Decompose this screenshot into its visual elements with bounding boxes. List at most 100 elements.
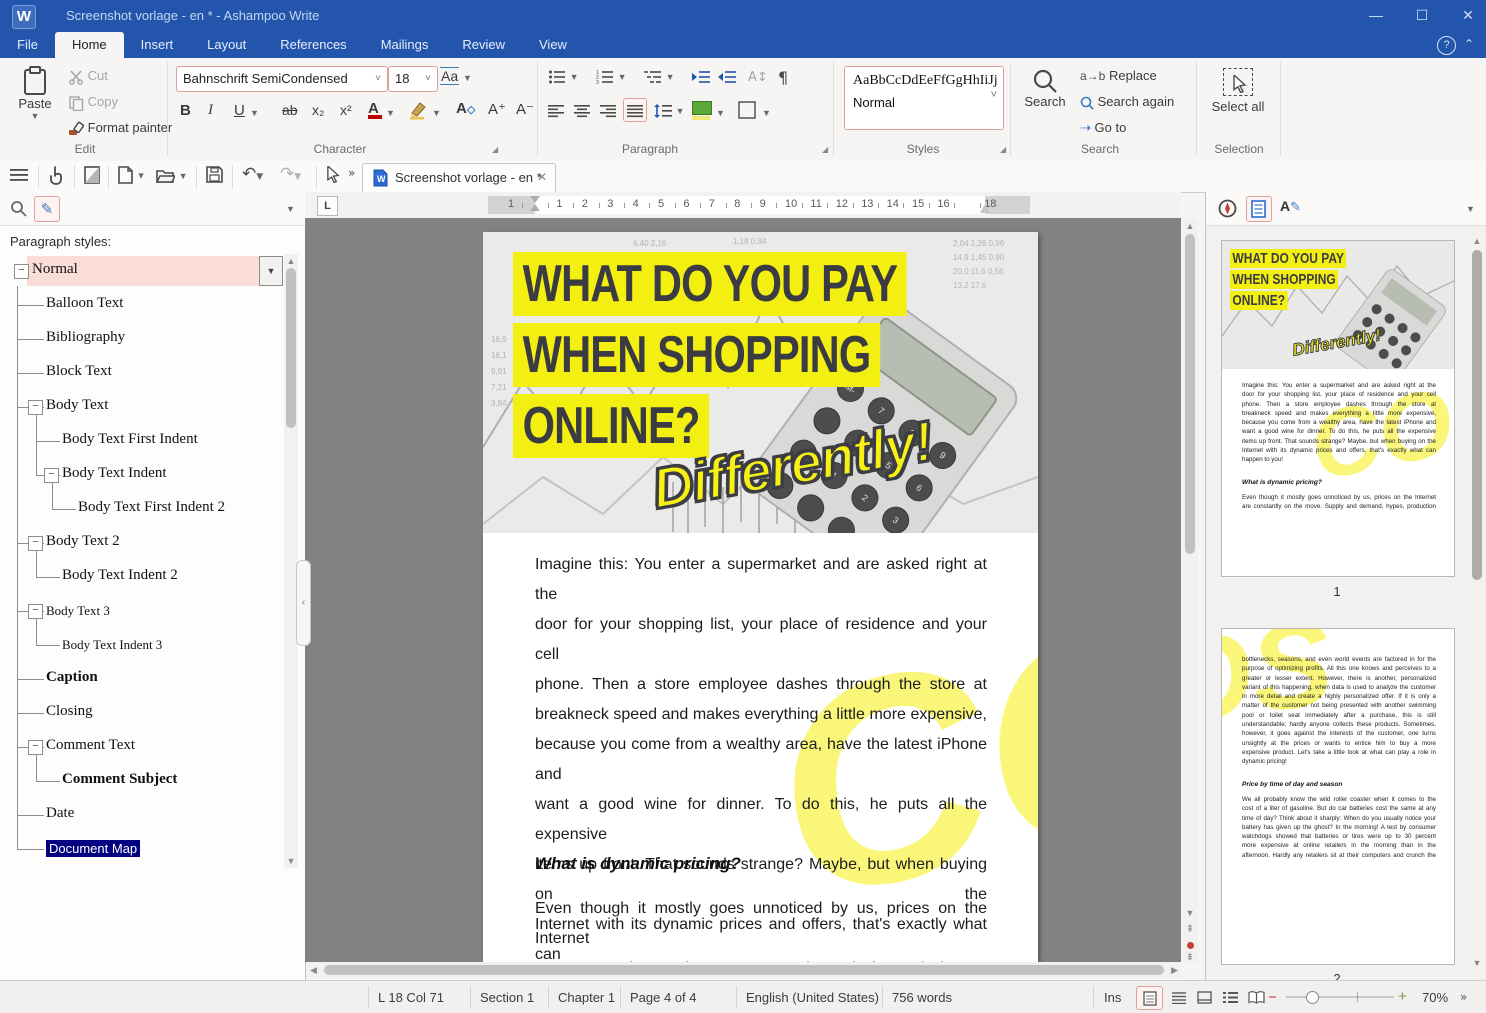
pointer-tool-button[interactable] bbox=[326, 166, 341, 184]
font-name-select[interactable]: Bahnschrift SemiCondensed ˅ bbox=[176, 66, 388, 92]
single-page-view-button[interactable] bbox=[1192, 986, 1217, 1008]
word-count[interactable]: 756 words bbox=[892, 990, 952, 1005]
panel-collapse-handle[interactable]: ‹ bbox=[296, 560, 311, 646]
cut-button[interactable]: Cut bbox=[68, 68, 108, 85]
zoom-slider-thumb[interactable] bbox=[1306, 991, 1319, 1004]
tab-close-icon[interactable]: ✕ bbox=[537, 170, 547, 184]
menu-tab-review[interactable]: Review bbox=[445, 32, 522, 58]
section-heading[interactable]: What is dynamic pricing? bbox=[535, 854, 741, 874]
search-again-button[interactable]: Search again bbox=[1080, 94, 1174, 110]
minimize-button[interactable]: — bbox=[1356, 0, 1396, 30]
tab-stop-selector[interactable]: L bbox=[317, 196, 338, 216]
style-item-body-text[interactable]: − Body Text bbox=[2, 390, 280, 424]
new-document-button[interactable]: ▼ bbox=[118, 166, 146, 184]
pages-tab[interactable] bbox=[1246, 196, 1272, 222]
tree-collapse-icon[interactable]: − bbox=[28, 400, 43, 415]
menu-tab-view[interactable]: View bbox=[522, 32, 584, 58]
collapse-ribbon-icon[interactable]: ⌃ bbox=[1464, 37, 1474, 51]
underline-dropdown-icon[interactable]: ▼ bbox=[250, 108, 259, 118]
style-item-document-map[interactable]: Document Map bbox=[2, 832, 280, 866]
clear-formatting-button[interactable]: A◇ bbox=[456, 100, 475, 117]
style-item-body-text-indent-2[interactable]: Body Text Indent 2 bbox=[2, 560, 280, 594]
style-gallery-chevron-icon[interactable]: ˅ bbox=[991, 89, 997, 101]
change-case-button[interactable]: Aa ▼ bbox=[440, 67, 472, 85]
menu-tab-mailings[interactable]: Mailings bbox=[364, 32, 446, 58]
first-line-indent-marker[interactable] bbox=[530, 196, 540, 203]
document-canvas[interactable]: COS 16,9 16,1 9,91 7,21 3,84 2,04 1,26 0,96… bbox=[305, 218, 1181, 962]
touch-mode-button[interactable] bbox=[48, 165, 66, 185]
style-item-body-text-2[interactable]: − Body Text 2 bbox=[2, 526, 280, 560]
style-item-comment-subject[interactable]: Comment Subject bbox=[2, 764, 280, 798]
increase-indent-button[interactable] bbox=[692, 68, 710, 85]
underline-button[interactable]: U bbox=[234, 102, 245, 119]
menu-tab-file[interactable]: File bbox=[0, 32, 55, 58]
grow-font-button[interactable]: A⁺ bbox=[488, 100, 506, 118]
style-item-dropdown-icon[interactable]: ▼ bbox=[259, 256, 283, 286]
browse-object-button[interactable] bbox=[1187, 942, 1194, 949]
style-item-body-text-indent-3[interactable]: Body Text Indent 3 bbox=[2, 628, 280, 662]
open-document-button[interactable]: ▼ bbox=[156, 167, 188, 184]
character-dialog-launcher[interactable]: ◢ bbox=[492, 146, 500, 154]
tree-collapse-icon[interactable]: − bbox=[28, 536, 43, 551]
next-page-button[interactable]: ⇟ bbox=[1182, 952, 1198, 963]
document-tab[interactable]: W Screenshot vorlage - en * ✕ bbox=[362, 163, 556, 193]
zoom-out-button[interactable]: − bbox=[1268, 989, 1277, 1006]
italic-button[interactable]: I bbox=[208, 102, 213, 119]
panel-menu-icon[interactable]: ▼ bbox=[286, 204, 295, 214]
status-overflow-icon[interactable]: » bbox=[1460, 990, 1467, 1004]
previous-page-button[interactable]: ⇞ bbox=[1182, 924, 1198, 935]
zoom-level[interactable]: 70% bbox=[1422, 990, 1448, 1005]
tree-collapse-icon[interactable]: − bbox=[28, 740, 43, 755]
numbered-list-button[interactable]: 123 ▼ bbox=[596, 68, 627, 85]
menu-tab-home[interactable]: Home bbox=[54, 32, 124, 58]
format-painter-button[interactable]: Format painter bbox=[68, 120, 172, 137]
style-item-body-text-indent[interactable]: − Body Text Indent bbox=[2, 458, 280, 492]
line-spacing-button[interactable]: ▼ bbox=[654, 102, 685, 118]
align-center-button[interactable] bbox=[574, 102, 590, 118]
style-item-date[interactable]: Date bbox=[2, 798, 280, 832]
highlight-dropdown-icon[interactable]: ▼ bbox=[432, 108, 441, 118]
body-paragraph-2[interactable]: Even though it mostly goes unnoticed by … bbox=[535, 894, 987, 962]
shrink-font-button[interactable]: A⁻ bbox=[516, 100, 534, 118]
replace-button[interactable]: a→b Replace bbox=[1080, 68, 1157, 83]
panel-search-icon[interactable] bbox=[10, 200, 27, 217]
style-item-closing[interactable]: Closing bbox=[2, 696, 280, 730]
font-color-dropdown-icon[interactable]: ▼ bbox=[386, 108, 395, 118]
font-size-select[interactable]: 18 ˅ bbox=[388, 66, 438, 92]
undo-button[interactable]: ↶▼ bbox=[242, 164, 263, 184]
menu-tab-layout[interactable]: Layout bbox=[190, 32, 263, 58]
main-menu-button[interactable] bbox=[10, 166, 28, 184]
justify-button[interactable] bbox=[623, 98, 647, 122]
goto-button[interactable]: ⇢ Go to bbox=[1080, 120, 1126, 136]
paragraph-styles-tab[interactable]: ✎ bbox=[34, 196, 60, 222]
styles-dialog-launcher[interactable]: ◢ bbox=[1000, 146, 1008, 154]
document-page[interactable]: COS 16,9 16,1 9,91 7,21 3,84 2,04 1,26 0,96… bbox=[483, 232, 1038, 962]
save-button[interactable] bbox=[206, 166, 223, 183]
decrease-indent-button[interactable] bbox=[718, 68, 736, 85]
show-formatting-button[interactable]: ¶ bbox=[778, 68, 788, 87]
continuous-view-button[interactable] bbox=[1166, 986, 1191, 1008]
search-button[interactable]: Search bbox=[1022, 68, 1068, 109]
maximize-button[interactable]: ☐ bbox=[1402, 0, 1442, 30]
style-item-caption[interactable]: Caption bbox=[2, 662, 280, 696]
style-item-body-text-3[interactable]: − Body Text 3 bbox=[2, 594, 280, 628]
redo-button[interactable]: ↷▼ bbox=[280, 164, 301, 184]
menu-tab-references[interactable]: References bbox=[263, 32, 363, 58]
subscript-button[interactable]: x₂ bbox=[312, 102, 324, 118]
borders-dropdown-icon[interactable]: ▼ bbox=[762, 108, 771, 118]
styles-scrollbar[interactable]: ▲ ▼ bbox=[284, 254, 298, 868]
paragraph-dialog-launcher[interactable]: ◢ bbox=[822, 146, 830, 154]
zoom-slider-track[interactable] bbox=[1286, 996, 1394, 998]
page-1-label[interactable]: 1 bbox=[1206, 584, 1468, 599]
document-horizontal-scrollbar[interactable]: ◀ ▶ bbox=[306, 962, 1182, 978]
style-item-comment-text[interactable]: − Comment Text bbox=[2, 730, 280, 764]
style-item-balloon-text[interactable]: Balloon Text bbox=[2, 288, 280, 322]
bullet-list-button[interactable]: ▼ bbox=[548, 68, 579, 85]
zoom-in-button[interactable]: + bbox=[1398, 988, 1407, 1005]
align-right-button[interactable] bbox=[600, 102, 616, 118]
pages-panel-menu-icon[interactable]: ▼ bbox=[1466, 204, 1475, 214]
more-tools-icon[interactable]: » bbox=[348, 166, 355, 180]
style-item-block-text[interactable]: Block Text bbox=[2, 356, 280, 390]
style-item-bibliography[interactable]: Bibliography bbox=[2, 322, 280, 356]
highlight-button[interactable] bbox=[408, 100, 428, 120]
